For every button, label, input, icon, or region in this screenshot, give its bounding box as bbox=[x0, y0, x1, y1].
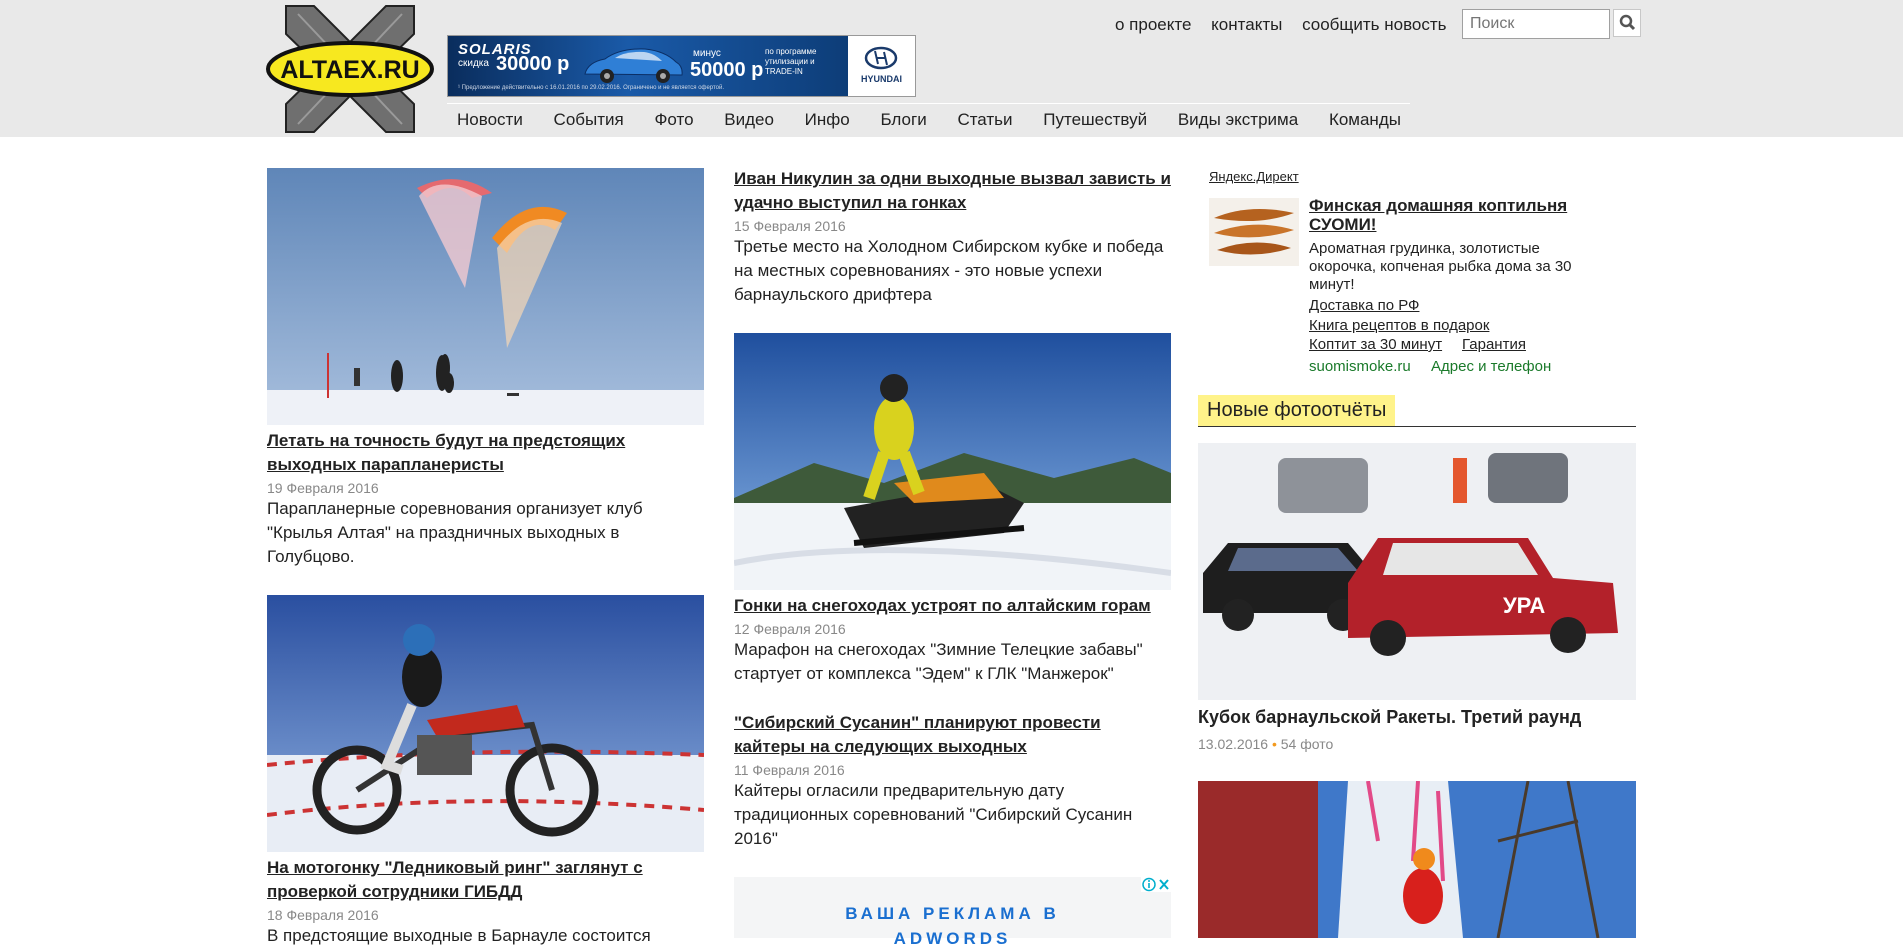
photoreport-count: 54 фото bbox=[1280, 736, 1334, 752]
direct-link-smoke[interactable]: Коптит за 30 минут bbox=[1309, 336, 1442, 353]
top-links: о проекте контакты сообщить новость bbox=[1115, 15, 1462, 35]
photoreports-divider bbox=[1198, 426, 1636, 427]
separator-dot: • bbox=[1271, 736, 1277, 752]
nav-photo[interactable]: Фото bbox=[654, 110, 693, 129]
news-desc: Третье место на Холодном Сибирском кубке… bbox=[734, 237, 1164, 304]
paragliding-photo[interactable] bbox=[267, 168, 704, 425]
banner-program-text: по программе утилизации и TRADE-IN bbox=[765, 47, 817, 76]
nav-blogs[interactable]: Блоги bbox=[880, 110, 926, 129]
car-race-photo[interactable]: УРА bbox=[1198, 443, 1636, 700]
nav-video[interactable]: Видео bbox=[724, 110, 774, 129]
nav-info[interactable]: Инфо bbox=[805, 110, 850, 129]
motorcycle-photo[interactable] bbox=[267, 595, 704, 852]
hyundai-logo: HYUNDAI bbox=[848, 36, 915, 96]
news-desc: В предстоящие выходные в Барнауле состои… bbox=[267, 926, 651, 945]
search-input[interactable] bbox=[1462, 9, 1610, 39]
news-title[interactable]: Иван Никулин за одни выходные вызвал зав… bbox=[734, 167, 1171, 215]
news-desc: Кайтеры огласили предварительную дату тр… bbox=[734, 781, 1133, 848]
nav-events[interactable]: События bbox=[554, 110, 624, 129]
news-title[interactable]: Летать на точность будут на предстоящих … bbox=[267, 429, 704, 477]
search-button[interactable] bbox=[1613, 9, 1641, 37]
direct-address-link[interactable]: Адрес и телефон bbox=[1431, 358, 1551, 375]
hyundai-brand: HYUNDAI bbox=[860, 74, 902, 84]
ice-climbing-photo[interactable] bbox=[1198, 781, 1636, 938]
hyundai-banner[interactable]: SOLARIS скидка 30000 р минус 50000 р по … bbox=[447, 35, 916, 97]
direct-link-delivery[interactable]: Доставка по РФ bbox=[1309, 297, 1419, 314]
banner-disclaimer: ¹ Предложение действительно с 16.01.2016… bbox=[458, 85, 725, 91]
main-nav: Новости События Фото Видео Инфо Блоги Ст… bbox=[457, 110, 1427, 130]
adwords-ad[interactable]: ВАША РЕКЛАМА В ADWORDS bbox=[734, 877, 1171, 948]
news-title[interactable]: "Сибирский Сусанин" планируют провести к… bbox=[734, 711, 1171, 759]
nav-divider bbox=[447, 103, 1410, 104]
nav-articles[interactable]: Статьи bbox=[957, 110, 1012, 129]
news-date: 11 Февраля 2016 bbox=[734, 762, 845, 778]
smokehouse-image[interactable] bbox=[1209, 198, 1299, 266]
photoreport-title[interactable]: Кубок барнаульской Ракеты. Третий раунд bbox=[1198, 707, 1581, 728]
photoreport-date: 13.02.2016 bbox=[1198, 736, 1269, 752]
news-date: 18 Февраля 2016 bbox=[267, 907, 379, 923]
nav-extreme-types[interactable]: Виды экстрима bbox=[1178, 110, 1298, 129]
banner-discount-value: 30000 р bbox=[496, 53, 570, 75]
svg-text:ALTAEX.RU: ALTAEX.RU bbox=[280, 56, 419, 84]
car-image bbox=[584, 48, 683, 83]
banner-discount-label: скидка bbox=[458, 58, 489, 69]
news-date: 19 Февраля 2016 bbox=[267, 480, 379, 496]
direct-link-guarantee[interactable]: Гарантия bbox=[1462, 336, 1526, 353]
link-report-news[interactable]: сообщить новость bbox=[1302, 15, 1446, 34]
news-desc: Парапланерные соревнования организует кл… bbox=[267, 499, 643, 566]
news-title[interactable]: На мотогонку "Ледниковый ринг" заглянут … bbox=[267, 856, 704, 904]
news-title[interactable]: Гонки на снегоходах устроят по алтайским… bbox=[734, 594, 1171, 618]
news-date: 12 Февраля 2016 bbox=[734, 621, 846, 637]
nav-teams[interactable]: Команды bbox=[1329, 110, 1401, 129]
direct-link-recipes[interactable]: Книга рецептов в подарок bbox=[1309, 317, 1489, 334]
ad-text-line1: ВАША РЕКЛАМА В bbox=[845, 904, 1060, 923]
link-contacts[interactable]: контакты bbox=[1211, 15, 1282, 34]
photoreport-meta: 13.02.2016 • 54 фото bbox=[1198, 736, 1333, 752]
news-desc: Марафон на снегоходах "Зимние Телецкие з… bbox=[734, 640, 1143, 683]
site-logo[interactable]: ALTAEX.RU bbox=[266, 4, 434, 134]
nav-news[interactable]: Новости bbox=[457, 110, 523, 129]
ad-choices-icon[interactable] bbox=[1141, 877, 1171, 892]
banner-minus-value: 50000 р bbox=[690, 59, 764, 81]
yandex-direct-label[interactable]: Яндекс.Директ bbox=[1209, 169, 1299, 184]
banner-minus-label: минус bbox=[693, 48, 721, 59]
nav-travel[interactable]: Путешествуй bbox=[1043, 110, 1147, 129]
direct-ad-text: Ароматная грудинка, золотистые окорочка,… bbox=[1309, 240, 1572, 293]
photoreports-heading: Новые фотоотчёты bbox=[1198, 395, 1396, 426]
direct-domain[interactable]: suomismoke.ru bbox=[1309, 358, 1411, 375]
snowmobile-photo[interactable] bbox=[734, 333, 1171, 590]
svg-text:УРА: УРА bbox=[1503, 593, 1545, 618]
direct-ad-title[interactable]: Финская домашняя коптильня СУОМИ! bbox=[1309, 196, 1609, 234]
link-about[interactable]: о проекте bbox=[1115, 15, 1191, 34]
search-icon bbox=[1619, 14, 1636, 31]
news-date: 15 Февраля 2016 bbox=[734, 218, 846, 234]
ad-text-line2: ADWORDS bbox=[893, 929, 1012, 948]
